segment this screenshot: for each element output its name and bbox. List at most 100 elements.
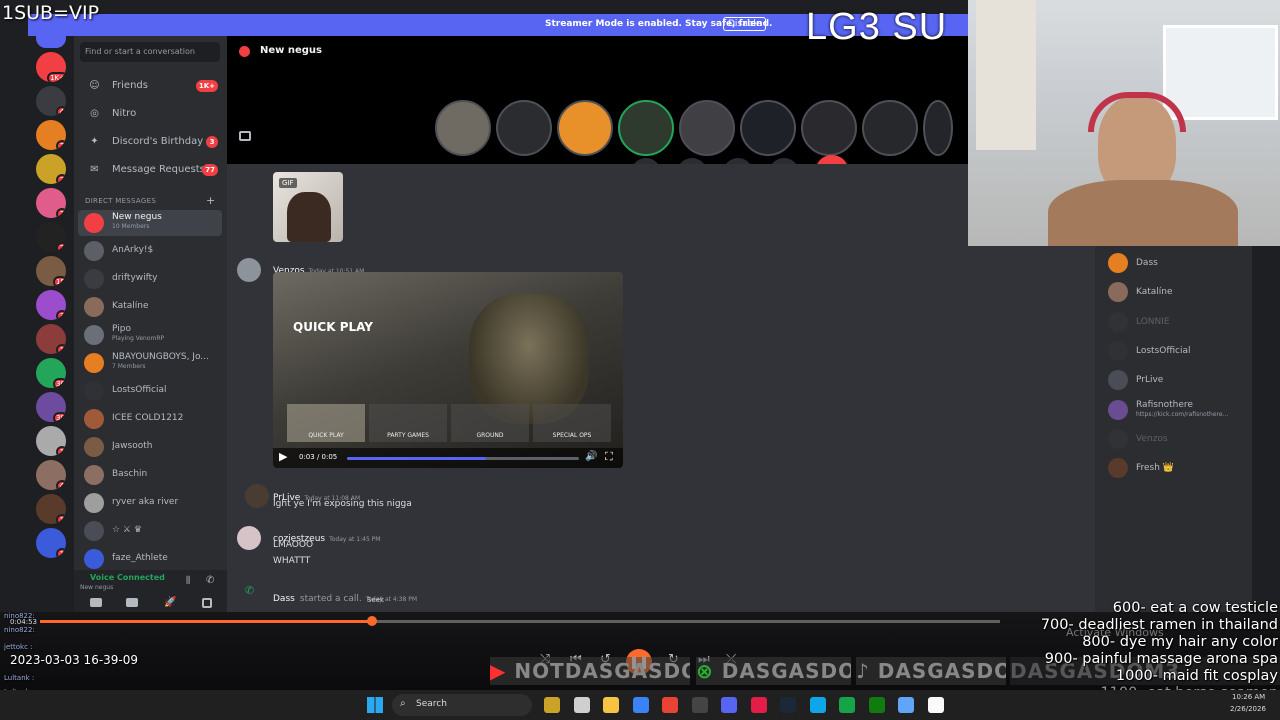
voice-connected-status[interactable]: Voice Connected — [90, 573, 165, 582]
tray-date[interactable]: 2/26/2026 — [1230, 705, 1266, 713]
dm-item[interactable]: LostsOfficial — [78, 378, 222, 404]
steam-icon[interactable] — [780, 697, 796, 713]
server-icon[interactable]: 7 — [36, 120, 66, 150]
dm-item[interactable]: driftywifty — [78, 266, 222, 292]
conversation-search-input[interactable]: Find or start a conversation — [80, 42, 220, 62]
activity-toggle-icon[interactable]: 🚀 — [164, 597, 176, 608]
server-icon[interactable]: 2 — [36, 154, 66, 184]
gif-attachment[interactable]: GIF — [273, 172, 343, 242]
media-player-icon[interactable] — [927, 697, 944, 713]
dm-item[interactable]: NBAYOUNGBOYS, Jo... 7 Members — [78, 350, 222, 376]
windows-start-icon[interactable] — [367, 697, 383, 713]
avatar[interactable] — [237, 258, 261, 282]
soundboard-icon[interactable] — [202, 598, 212, 608]
participant-tile[interactable] — [862, 100, 918, 156]
fullscreen-icon[interactable]: ⛶ — [605, 450, 613, 464]
noise-suppression-icon[interactable]: ⫼ — [186, 576, 190, 586]
server-icon[interactable]: 1 — [36, 528, 66, 558]
participant-tile[interactable] — [740, 100, 796, 156]
server-icon[interactable]: 1 — [36, 426, 66, 456]
disconnect-icon[interactable]: ✆ — [206, 575, 214, 586]
camera-toggle-icon[interactable] — [90, 598, 102, 607]
participant-tile[interactable] — [923, 100, 953, 156]
message-text: LMAOOO — [273, 540, 314, 550]
dm-item[interactable]: Katalíne — [78, 294, 222, 320]
member-item[interactable]: Rafisnothere https://kick.com/rafisnother… — [1108, 399, 1248, 421]
server-badge: 38 — [53, 412, 66, 422]
player-seekbar[interactable] — [40, 620, 1000, 623]
volume-icon[interactable]: 🔊 — [585, 451, 597, 462]
dm-item[interactable]: faze_Athlete — [78, 546, 222, 572]
server-icon[interactable]: 4 — [36, 86, 66, 116]
participant-tile[interactable] — [801, 100, 857, 156]
video-progress[interactable] — [347, 457, 579, 460]
avatar[interactable] — [245, 484, 269, 508]
nav-item-friends[interactable]: ☺ Friends 1K+ — [78, 75, 222, 97]
member-item[interactable]: PrLive — [1108, 369, 1248, 391]
member-item[interactable]: LostsOfficial — [1108, 340, 1248, 362]
nav-item-discord-s-birthday[interactable]: ✦ Discord's Birthday 3 — [78, 131, 222, 153]
dm-item[interactable]: Jawsooth — [78, 434, 222, 460]
nav-item-nitro[interactable]: ◎ Nitro — [78, 103, 222, 125]
obs-icon[interactable] — [691, 697, 708, 713]
notepad-icon[interactable] — [898, 697, 914, 713]
dm-item[interactable]: Pipo Playing VenomRP — [78, 322, 222, 348]
server-icon[interactable]: 4 — [36, 460, 66, 490]
avatar[interactable] — [237, 526, 261, 550]
avatar — [84, 381, 104, 401]
server-icon[interactable]: 3 — [36, 290, 66, 320]
server-icon[interactable]: 2 — [36, 222, 66, 252]
edge-icon[interactable] — [809, 697, 826, 713]
chrome-icon[interactable] — [662, 697, 678, 713]
dm-item[interactable]: Baschin — [78, 462, 222, 488]
server-icon[interactable]: 38 — [36, 392, 66, 422]
seek-handle[interactable] — [367, 616, 377, 626]
sub-goal-item: 800- dye my hair any color — [1082, 634, 1278, 650]
avatar — [84, 521, 104, 541]
dm-item[interactable]: ☆ ⚔ ♛ — [78, 518, 222, 544]
nav-item-message-requests[interactable]: ✉ Message Requests 77 — [78, 159, 222, 181]
dm-name: NBAYOUNGBOYS, Jo... — [112, 352, 209, 362]
play-icon[interactable]: ▶ — [279, 450, 287, 463]
participant-tile[interactable] — [679, 100, 735, 156]
server-icon[interactable]: 2 — [36, 188, 66, 218]
dm-item[interactable]: New negus 10 Members — [78, 210, 222, 236]
file-explorer-icon[interactable] — [603, 697, 619, 713]
threads-icon[interactable] — [239, 131, 251, 141]
tray-time[interactable]: 10:26 AM — [1232, 693, 1265, 701]
screenshare-toggle-icon[interactable] — [126, 598, 138, 607]
store-icon[interactable] — [632, 697, 649, 713]
message-author[interactable]: Dass — [273, 594, 295, 604]
dm-item[interactable]: ryver aka river — [78, 490, 222, 516]
video-time: 0:03 / 0:05 — [299, 453, 338, 461]
search-icon: ⌕ — [400, 698, 406, 709]
participant-tile[interactable] — [557, 100, 613, 156]
sub-goal-item: 700- deadliest ramen in thailand — [1040, 617, 1278, 633]
taskbar-search-label: Search — [416, 699, 447, 709]
member-item[interactable]: LONNIE — [1108, 311, 1248, 333]
task-view-icon[interactable] — [573, 697, 590, 713]
create-dm-icon[interactable]: + — [206, 194, 215, 207]
server-icon[interactable]: 1K+ — [36, 52, 66, 82]
xbox-app-icon[interactable] — [868, 697, 885, 713]
member-item[interactable]: Dass — [1108, 252, 1248, 274]
participant-tile[interactable] — [496, 100, 552, 156]
dm-item[interactable]: AnArky!$ — [78, 238, 222, 264]
server-icon[interactable]: 1 — [36, 324, 66, 354]
server-icon[interactable]: 1 — [36, 494, 66, 524]
edge-dev-icon[interactable] — [839, 697, 855, 713]
participant-tile[interactable] — [618, 100, 674, 156]
member-item[interactable]: Fresh 👑 — [1108, 457, 1248, 479]
acrobat-icon[interactable] — [750, 697, 767, 713]
member-item[interactable]: Venzos — [1108, 428, 1248, 450]
video-embed[interactable]: QUICK PLAY QUICK PLAY PARTY GAMES GROUND SP… — [273, 272, 623, 468]
widgets-icon[interactable] — [544, 697, 560, 713]
member-item[interactable]: Katalíne — [1108, 281, 1248, 303]
taskbar-search[interactable]: ⌕ Search — [392, 694, 532, 716]
discord-icon[interactable] — [721, 697, 737, 713]
server-icon[interactable]: 36 — [36, 358, 66, 388]
dm-item[interactable]: ICEE COLD1212 — [78, 406, 222, 432]
server-icon[interactable]: 15 — [36, 256, 66, 286]
participant-tile[interactable] — [435, 100, 491, 156]
disable-streamer-mode-button[interactable]: Disable — [723, 17, 767, 31]
